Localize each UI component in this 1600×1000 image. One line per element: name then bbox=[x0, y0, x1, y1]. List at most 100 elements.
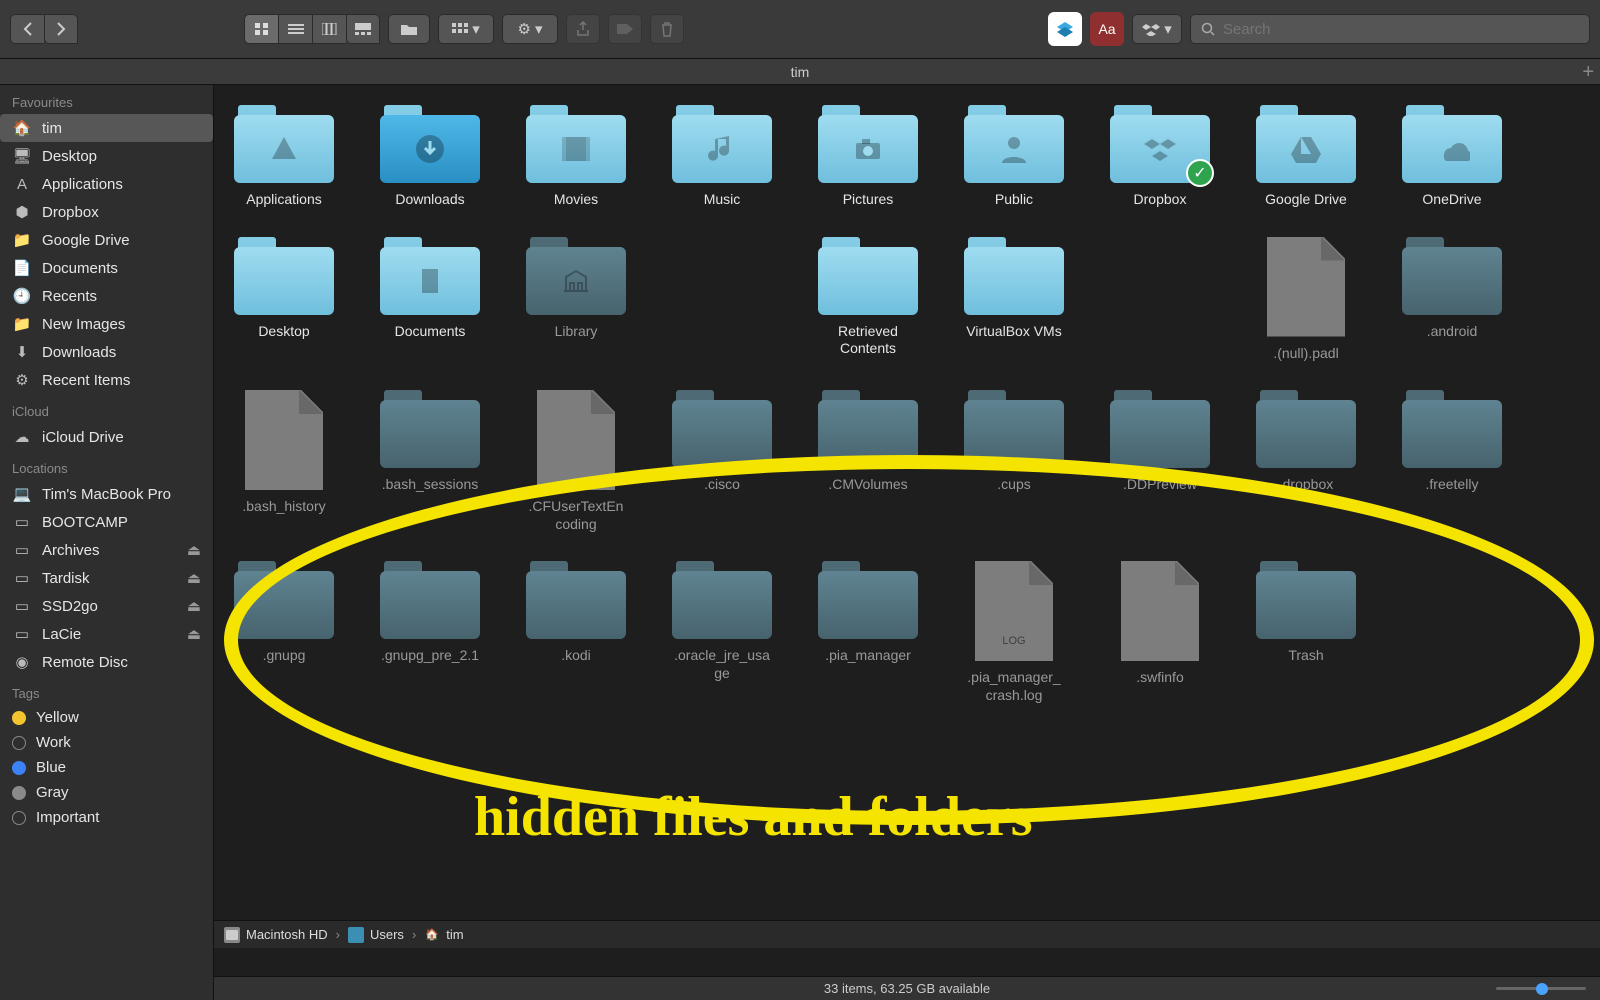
file-item-google-drive[interactable]: Google Drive bbox=[1256, 105, 1356, 209]
trash-button[interactable] bbox=[650, 14, 684, 44]
sidebar-item-label: Tim's MacBook Pro bbox=[42, 486, 171, 503]
file-item-downloads[interactable]: Downloads bbox=[380, 105, 480, 209]
file-item-label: .swfinfo bbox=[1136, 669, 1183, 687]
file-item--null-padl[interactable]: .(null).padl bbox=[1256, 237, 1356, 363]
folder-icon bbox=[380, 237, 480, 315]
sidebar-item-google-drive[interactable]: 📁Google Drive bbox=[0, 226, 213, 254]
sidebar-item-bootcamp[interactable]: ▭BOOTCAMP bbox=[0, 508, 213, 536]
file-item--pia-manager-crash-log[interactable]: LOG.pia_manager_crash.log bbox=[964, 561, 1064, 704]
eject-icon[interactable]: ⏏ bbox=[187, 569, 201, 587]
file-item-trash[interactable]: Trash bbox=[1256, 561, 1356, 704]
file-item--freetelly[interactable]: .freetelly bbox=[1402, 390, 1502, 533]
path-crumb-root[interactable]: Macintosh HD bbox=[224, 927, 328, 943]
app-icon-1[interactable] bbox=[1048, 12, 1082, 46]
file-item-label: .dropbox bbox=[1279, 476, 1333, 494]
file-item-retrieved-contents[interactable]: Retrieved Contents bbox=[818, 237, 918, 363]
sidebar-item-gray[interactable]: Gray bbox=[0, 780, 213, 805]
sidebar-item-recents[interactable]: 🕘Recents bbox=[0, 282, 213, 310]
search-input[interactable] bbox=[1223, 21, 1579, 38]
sidebar-item-archives[interactable]: ▭Archives⏏ bbox=[0, 536, 213, 564]
forward-button[interactable] bbox=[44, 14, 78, 44]
sidebar-section-locations: Locations bbox=[0, 451, 213, 480]
sidebar-item-work[interactable]: Work bbox=[0, 730, 213, 755]
icon-view-button[interactable] bbox=[244, 14, 278, 44]
dropbox-toolbar-button[interactable]: ▾ bbox=[1132, 14, 1182, 44]
file-item--android[interactable]: .android bbox=[1402, 237, 1502, 363]
sidebar-item-dropbox[interactable]: ⬢ Dropbox bbox=[0, 198, 213, 226]
file-item--bash-history[interactable]: .bash_history bbox=[234, 390, 334, 533]
sidebar-item-remote-disc[interactable]: ◉Remote Disc bbox=[0, 648, 213, 676]
download-icon: ⬇ bbox=[12, 342, 32, 362]
file-item-label: Public bbox=[995, 191, 1033, 209]
sidebar-item-lacie[interactable]: ▭LaCie⏏ bbox=[0, 620, 213, 648]
gallery-view-button[interactable] bbox=[346, 14, 380, 44]
file-item--pia-manager[interactable]: .pia_manager bbox=[818, 561, 918, 704]
path-crumb-tim[interactable]: 🏠tim bbox=[424, 927, 463, 943]
folder-icon bbox=[818, 105, 918, 183]
path-button[interactable] bbox=[388, 14, 430, 44]
sidebar-item-tim[interactable]: 🏠tim bbox=[0, 114, 213, 142]
eject-icon[interactable]: ⏏ bbox=[187, 597, 201, 615]
tags-button[interactable] bbox=[608, 14, 642, 44]
column-view-button[interactable] bbox=[312, 14, 346, 44]
folder-icon: ✓ bbox=[1110, 105, 1210, 183]
file-item-movies[interactable]: Movies bbox=[526, 105, 626, 209]
sidebar-item-new-images[interactable]: 📁New Images bbox=[0, 310, 213, 338]
file-item-dropbox[interactable]: ✓Dropbox bbox=[1110, 105, 1210, 209]
sidebar-item-applications[interactable]: AApplications bbox=[0, 170, 213, 198]
drive-icon: ▭ bbox=[12, 512, 32, 532]
sidebar-item-icloud-drive[interactable]: ☁iCloud Drive bbox=[0, 423, 213, 451]
folder-icon: 📁 bbox=[12, 314, 32, 334]
sidebar-item-important[interactable]: Important bbox=[0, 805, 213, 830]
file-item--ddpreview[interactable]: .DDPreview bbox=[1110, 390, 1210, 533]
file-item-desktop[interactable]: Desktop bbox=[234, 237, 334, 363]
file-item-music[interactable]: Music bbox=[672, 105, 772, 209]
file-item--swfinfo[interactable]: .swfinfo bbox=[1110, 561, 1210, 704]
file-item--cisco[interactable]: .cisco bbox=[672, 390, 772, 533]
gear-icon: ⚙ bbox=[12, 370, 32, 390]
back-button[interactable] bbox=[10, 14, 44, 44]
eject-icon[interactable]: ⏏ bbox=[187, 541, 201, 559]
action-button[interactable]: ⚙▾ bbox=[502, 14, 558, 44]
tag-dot-icon bbox=[12, 736, 26, 750]
share-button[interactable] bbox=[566, 14, 600, 44]
sidebar-item-label: Dropbox bbox=[42, 204, 99, 221]
file-item--cfusertextencoding[interactable]: .CFUserTextEncoding bbox=[526, 390, 626, 533]
folder-icon bbox=[526, 561, 626, 639]
file-item-onedrive[interactable]: OneDrive bbox=[1402, 105, 1502, 209]
file-item--oracle-jre-usage[interactable]: .oracle_jre_usage bbox=[672, 561, 772, 704]
arrange-button[interactable]: ▾ bbox=[438, 14, 494, 44]
dropbox-icon: ⬢ bbox=[12, 202, 32, 222]
sidebar-item-ssd2go[interactable]: ▭SSD2go⏏ bbox=[0, 592, 213, 620]
sidebar-item-downloads[interactable]: ⬇Downloads bbox=[0, 338, 213, 366]
file-item--dropbox[interactable]: .dropbox bbox=[1256, 390, 1356, 533]
file-item-pictures[interactable]: Pictures bbox=[818, 105, 918, 209]
file-item-virtualbox-vms[interactable]: VirtualBox VMs bbox=[964, 237, 1064, 363]
sidebar-item-yellow[interactable]: Yellow bbox=[0, 705, 213, 730]
sidebar-item-recent-items[interactable]: ⚙Recent Items bbox=[0, 366, 213, 394]
file-item--kodi[interactable]: .kodi bbox=[526, 561, 626, 704]
path-crumb-users[interactable]: Users bbox=[348, 927, 404, 943]
file-item-label: .pia_manager_crash.log bbox=[964, 669, 1064, 704]
sidebar-item-desktop[interactable]: 🖥Desktop bbox=[0, 142, 213, 170]
file-item--cups[interactable]: .cups bbox=[964, 390, 1064, 533]
file-item--gnupg-pre-2-1[interactable]: .gnupg_pre_2.1 bbox=[380, 561, 480, 704]
sidebar-item-blue[interactable]: Blue bbox=[0, 755, 213, 780]
icon-size-slider[interactable] bbox=[1496, 983, 1586, 993]
file-item-public[interactable]: Public bbox=[964, 105, 1064, 209]
sidebar-item-documents[interactable]: 📄Documents bbox=[0, 254, 213, 282]
eject-icon[interactable]: ⏏ bbox=[187, 625, 201, 643]
file-item--bash-sessions[interactable]: .bash_sessions bbox=[380, 390, 480, 533]
file-item-documents[interactable]: Documents bbox=[380, 237, 480, 363]
file-item-library[interactable]: Library bbox=[526, 237, 626, 363]
sidebar-item-tim-s-macbook-pro[interactable]: 💻Tim's MacBook Pro bbox=[0, 480, 213, 508]
search-field[interactable] bbox=[1190, 14, 1590, 44]
list-view-button[interactable] bbox=[278, 14, 312, 44]
file-item--gnupg[interactable]: .gnupg bbox=[234, 561, 334, 704]
new-tab-button[interactable]: + bbox=[1582, 61, 1594, 84]
sidebar-item-tardisk[interactable]: ▭Tardisk⏏ bbox=[0, 564, 213, 592]
sidebar-item-label: Remote Disc bbox=[42, 654, 128, 671]
app-icon-dictionary[interactable]: Aa bbox=[1090, 12, 1124, 46]
file-item--cmvolumes[interactable]: .CMVolumes bbox=[818, 390, 918, 533]
file-item-applications[interactable]: Applications bbox=[234, 105, 334, 209]
